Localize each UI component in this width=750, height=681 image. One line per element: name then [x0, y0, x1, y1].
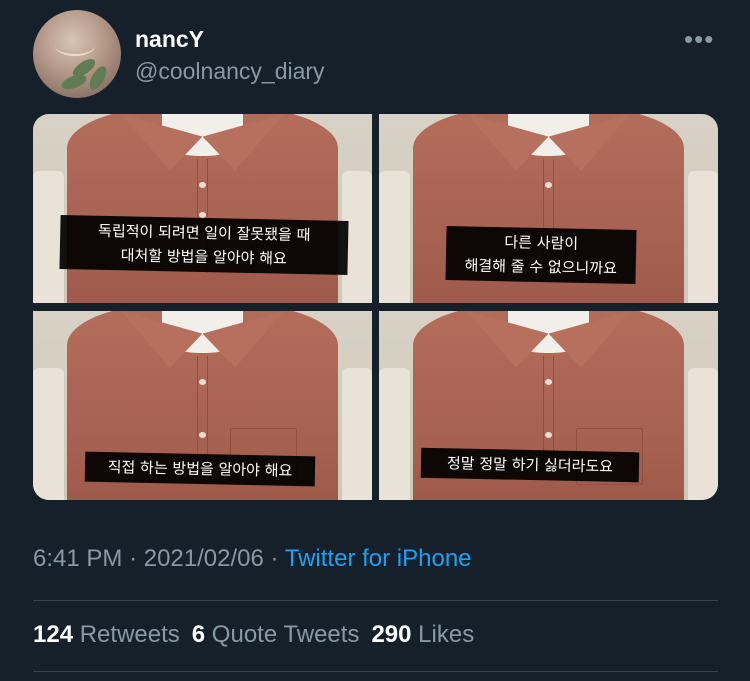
avatar-leaf: [59, 71, 89, 93]
shirt-button: [545, 379, 552, 385]
tweet-time[interactable]: 6:41 PM: [33, 545, 122, 572]
more-options-icon[interactable]: •••: [684, 26, 714, 52]
photo-2[interactable]: 다른 사람이 해결해 줄 수 없으니까요: [379, 114, 718, 303]
quote-tweets-count: 6: [191, 621, 206, 648]
photo-4[interactable]: 정말 정말 하기 싫더라도요: [379, 311, 718, 500]
retweets-stat[interactable]: 124 Retweets: [33, 621, 180, 649]
avatar[interactable]: [33, 10, 121, 98]
quote-tweets-stat[interactable]: 6 Quote Tweets: [192, 621, 360, 649]
shirt-button: [199, 182, 206, 188]
tweet-date[interactable]: 2021/02/06: [144, 545, 264, 572]
engagement-stats: 124 Retweets 6 Quote Tweets 290 Likes: [33, 621, 486, 649]
separator-dot: ·: [129, 545, 144, 572]
shirt-placket: [197, 356, 208, 470]
chair-back: [379, 170, 410, 303]
shirt-button: [199, 431, 206, 438]
quote-tweets-label: Quote Tweets: [211, 621, 360, 648]
chair-back: [687, 170, 718, 303]
shirt-button: [545, 182, 552, 188]
separator-dot: ·: [270, 545, 285, 572]
photo-1[interactable]: 독립적이 되려면 일이 잘못됐을 때 대처할 방법을 알아야 해요: [33, 114, 372, 303]
chair-back: [33, 170, 64, 303]
likes-count: 290: [371, 621, 412, 648]
chair-back: [687, 367, 718, 500]
display-name[interactable]: nancY: [135, 26, 204, 53]
shirt-button: [199, 379, 206, 385]
tweet-timestamp: 6:41 PM · 2021/02/06 · Twitter for iPhon…: [33, 545, 472, 573]
caption-line: 다른 사람이: [504, 233, 579, 253]
divider: [33, 600, 718, 601]
subtitle-caption: 독립적이 되려면 일이 잘못됐을 때 대처할 방법을 알아야 해요: [59, 214, 349, 276]
chair-back: [341, 367, 372, 500]
subtitle-caption: 다른 사람이 해결해 줄 수 없으니까요: [445, 226, 637, 284]
shirt-button: [545, 431, 552, 438]
likes-label: Likes: [418, 621, 475, 648]
divider: [33, 671, 718, 672]
caption-line: 직접 하는 방법을 알아야 해요: [107, 458, 293, 480]
chair-back: [379, 367, 410, 500]
user-handle[interactable]: @coolnancy_diary: [135, 58, 325, 85]
subtitle-caption: 직접 하는 방법을 알아야 해요: [84, 451, 316, 487]
photo-3[interactable]: 직접 하는 방법을 알아야 해요: [33, 311, 372, 500]
caption-line: 해결해 줄 수 없으니까요: [464, 256, 618, 278]
media-grid: 독립적이 되려면 일이 잘못됐을 때 대처할 방법을 알아야 해요 다른 사람이…: [33, 114, 718, 500]
retweets-label: Retweets: [79, 621, 180, 648]
retweets-count: 124: [33, 621, 74, 648]
tweet-source-link[interactable]: Twitter for iPhone: [285, 545, 472, 572]
chair-back: [33, 367, 64, 500]
subtitle-caption: 정말 정말 하기 싫더라도요: [420, 447, 640, 483]
likes-stat[interactable]: 290 Likes: [371, 621, 474, 649]
tweet: nancY @coolnancy_diary ••• 독립적이 되려면 일이 잘…: [0, 0, 750, 681]
avatar-necklace: [55, 36, 95, 56]
caption-line: 정말 정말 하기 싫더라도요: [446, 454, 614, 476]
